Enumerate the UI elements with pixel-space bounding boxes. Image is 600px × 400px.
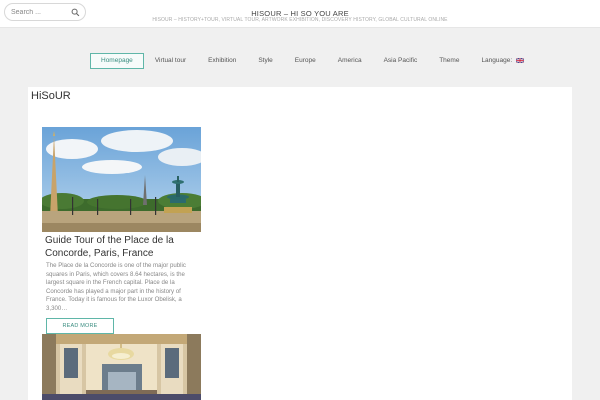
post-excerpt: The Place de la Concorde is one of the m… <box>46 262 186 312</box>
nav-item-theme[interactable]: Theme <box>428 53 470 69</box>
nav-item-virtual-tour[interactable]: Virtual tour <box>144 53 197 69</box>
post-thumbnail-2[interactable] <box>42 334 201 400</box>
nav-item-language[interactable]: Language: <box>470 53 535 69</box>
nav-item-homepage[interactable]: Homepage <box>90 53 144 69</box>
palace-interior-image <box>42 334 201 400</box>
concorde-photo-image <box>42 127 201 232</box>
nav-item-america[interactable]: America <box>327 53 373 69</box>
main-content: HiSoUR Guide Tour of the Place de la Con… <box>28 87 572 400</box>
site-tagline: HISOUR – HISTORY+TOUR, VIRTUAL TOUR, ART… <box>152 17 448 23</box>
read-more-button[interactable]: READ MORE <box>46 318 114 334</box>
nav-item-europe[interactable]: Europe <box>284 53 327 69</box>
nav-item-exhibition[interactable]: Exhibition <box>197 53 247 69</box>
nav-item-style[interactable]: Style <box>247 53 283 69</box>
uk-flag-icon <box>515 57 524 63</box>
main-navigation: Homepage Virtual tour Exhibition Style E… <box>90 53 535 69</box>
page-title: HiSoUR <box>31 90 71 102</box>
nav-item-asia-pacific[interactable]: Asia Pacific <box>373 53 429 69</box>
post-thumbnail[interactable] <box>42 127 201 232</box>
post-title[interactable]: Guide Tour of the Place de la Concorde, … <box>45 235 200 260</box>
language-label: Language: <box>481 57 513 64</box>
top-header: HISOUR – HI SO YOU ARE HISOUR – HISTORY+… <box>0 0 600 28</box>
